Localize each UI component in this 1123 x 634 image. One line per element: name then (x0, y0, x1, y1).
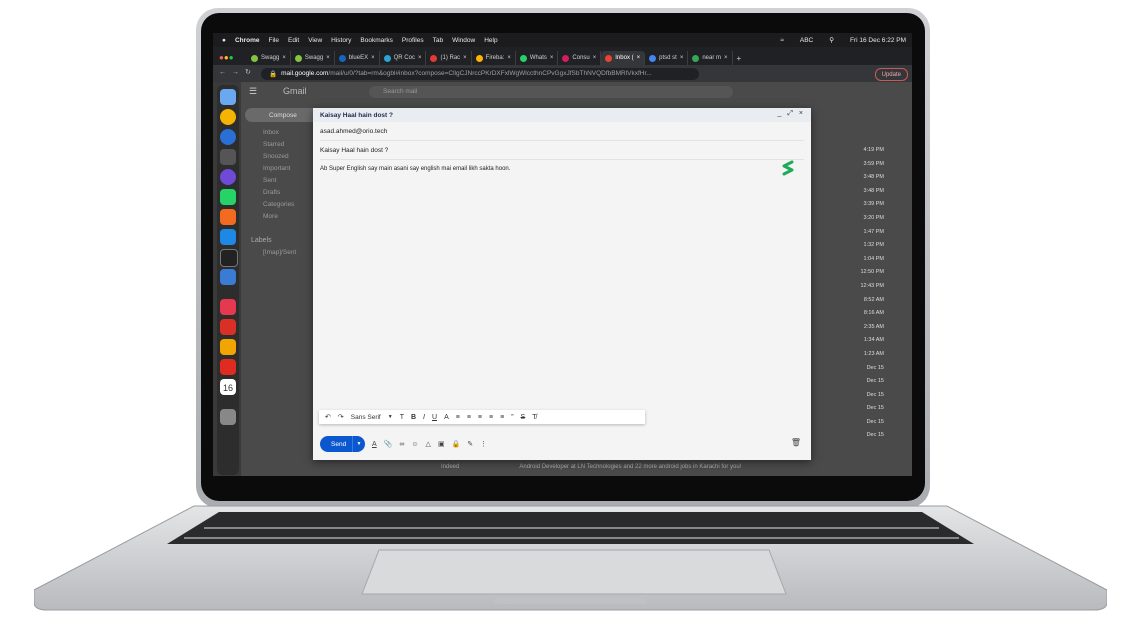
menu-app[interactable]: Chrome (235, 37, 260, 44)
menu-edit[interactable]: Edit (288, 37, 299, 44)
menu-window[interactable]: Window (452, 37, 475, 44)
underline-icon[interactable]: U (432, 414, 437, 421)
to-field[interactable]: asad.ahmed@orio.tech (320, 122, 804, 141)
wps-icon[interactable] (220, 319, 236, 335)
compose-title: Kaisay Haal hain dost ? (320, 111, 393, 119)
link-icon[interactable]: ∞ (399, 441, 404, 448)
clock[interactable]: Fri 16 Dec 6:22 PM (850, 37, 906, 44)
bulleted-list-icon[interactable]: ≡ (478, 414, 482, 421)
indent-less-icon[interactable]: ≡ (489, 414, 493, 421)
search-icon[interactable]: ⚲ (829, 36, 834, 44)
app-icon[interactable] (220, 209, 236, 225)
tab-5[interactable]: Fireba: × (472, 51, 516, 65)
update-button[interactable]: Update (874, 68, 908, 81)
address-bar-row: ←→↻ 🔒 mail.google.com/mail/u/0/?tab=rm&o… (213, 65, 912, 82)
tab-4[interactable]: (1) Rac × (426, 51, 472, 65)
font-select[interactable]: Sans Serif (351, 414, 381, 421)
bold-icon[interactable]: B (411, 414, 416, 421)
calendar-icon[interactable]: 16 (220, 379, 236, 395)
apple-menu[interactable]: ● (222, 37, 226, 44)
menu-tab[interactable]: Tab (433, 37, 443, 44)
formatting-options-icon[interactable]: A (372, 441, 377, 448)
traffic-lights[interactable]: ●●● (213, 47, 247, 65)
new-tab-button[interactable]: + (733, 51, 746, 65)
tab-8-active[interactable]: Inbox ( × (601, 51, 646, 65)
tab-6[interactable]: Whats × (516, 51, 559, 65)
italic-icon[interactable]: I (423, 414, 425, 421)
discard-icon[interactable]: 🗑 (791, 438, 801, 447)
more-options-icon[interactable]: ⋮ (480, 440, 487, 448)
bottom-email-row[interactable]: Indeed Android Developer at LN Technologi… (441, 464, 741, 470)
menu-profiles[interactable]: Profiles (402, 37, 424, 44)
compose-button[interactable]: Compose (245, 108, 321, 122)
compose-header[interactable]: Kaisay Haal hain dost ? _ ⤢ × (313, 108, 811, 122)
text-color-icon[interactable]: A (444, 414, 449, 421)
input-source[interactable]: ABC (800, 37, 813, 44)
app-icon[interactable] (220, 269, 236, 285)
chrome-icon[interactable] (220, 109, 236, 125)
mac-dock: 16 (217, 85, 239, 475)
tab-strip: ●●● Swagg × Swagg × blueEX × QR Coc × (1… (213, 47, 912, 65)
chevron-down-icon[interactable]: ▼ (388, 414, 393, 420)
menu-help[interactable]: Help (484, 37, 497, 44)
send-options-icon[interactable]: ▼ (352, 436, 365, 452)
tab-3[interactable]: QR Coc × (380, 51, 427, 65)
email-times: 4:19 PM 3:59 PM 3:48 PM 3:48 PM 3:39 PM 3:20… (860, 147, 884, 439)
whatsapp-icon[interactable] (220, 189, 236, 205)
emoji-icon[interactable]: ☺ (411, 441, 418, 448)
undo-icon[interactable]: ↶ (325, 413, 331, 421)
formatting-toolbar: ↶ ↷ Sans Serif ▼ T B I U A ≡ ≡ ≡ ≡ ≡ ” S… (319, 410, 645, 424)
wifi-icon[interactable]: ≈ (780, 37, 784, 44)
app-icon[interactable] (220, 129, 236, 145)
clear-format-icon[interactable]: T̸ (532, 414, 536, 421)
compose-window-controls[interactable]: _ ⤢ × (778, 110, 805, 118)
tab-1[interactable]: Swagg × (291, 51, 335, 65)
music-icon[interactable] (220, 299, 236, 315)
menu-view[interactable]: View (308, 37, 322, 44)
menu-history[interactable]: History (331, 37, 351, 44)
tab-9[interactable]: ptsd st × (645, 51, 689, 65)
app-icon[interactable] (220, 149, 236, 165)
android-studio-icon[interactable] (220, 229, 236, 245)
search-input[interactable]: Search mail (369, 86, 733, 98)
nav-buttons[interactable]: ←→↻ (219, 68, 257, 76)
drive-icon[interactable]: △ (426, 440, 431, 448)
compose-bottom-bar: Send ▼ A 📎 ∞ ☺ △ ▣ 🔒 ✎ ⋮ (320, 436, 487, 452)
app-icon[interactable] (220, 339, 236, 355)
message-body[interactable]: Ab Super English say main asani say engl… (320, 166, 804, 172)
confidential-icon[interactable]: 🔒 (452, 440, 461, 448)
subject-field[interactable]: Kaisay Haal hain dost ? (320, 141, 804, 160)
indent-more-icon[interactable]: ≡ (500, 414, 504, 421)
laptop-base (34, 505, 1107, 611)
strikethrough-icon[interactable]: S (521, 414, 526, 421)
tab-10[interactable]: near m × (688, 51, 733, 65)
photo-icon[interactable]: ▣ (438, 440, 445, 448)
tab-0[interactable]: Swagg × (247, 51, 291, 65)
terminal-icon[interactable] (220, 249, 238, 267)
app-icon[interactable] (220, 359, 236, 375)
tab-2[interactable]: blueEX × (335, 51, 380, 65)
align-icon[interactable]: ≡ (456, 414, 460, 421)
screen: ● Chrome File Edit View History Bookmark… (213, 33, 912, 476)
menu-bookmarks[interactable]: Bookmarks (360, 37, 393, 44)
tab-7[interactable]: Consu × (558, 51, 602, 65)
text-size-icon[interactable]: T (400, 414, 404, 421)
signature-icon[interactable]: ✎ (467, 440, 473, 448)
finder-icon[interactable] (220, 89, 236, 105)
trash-icon[interactable] (220, 409, 236, 425)
github-icon[interactable] (220, 169, 236, 185)
send-button[interactable]: Send ▼ (320, 436, 365, 452)
menu-file[interactable]: File (269, 37, 279, 44)
attach-icon[interactable]: 📎 (384, 440, 393, 448)
address-bar[interactable]: 🔒 mail.google.com/mail/u/0/?tab=rm&ogbl#… (261, 67, 699, 80)
compose-window: Kaisay Haal hain dost ? _ ⤢ × asad.ahmed… (313, 108, 811, 460)
numbered-list-icon[interactable]: ≡ (467, 414, 471, 421)
redo-icon[interactable]: ↷ (338, 413, 344, 421)
mac-menubar: ● Chrome File Edit View History Bookmark… (213, 33, 912, 47)
quote-icon[interactable]: ” (511, 414, 513, 421)
super-english-icon[interactable] (781, 160, 795, 176)
lock-icon: 🔒 (269, 70, 278, 78)
